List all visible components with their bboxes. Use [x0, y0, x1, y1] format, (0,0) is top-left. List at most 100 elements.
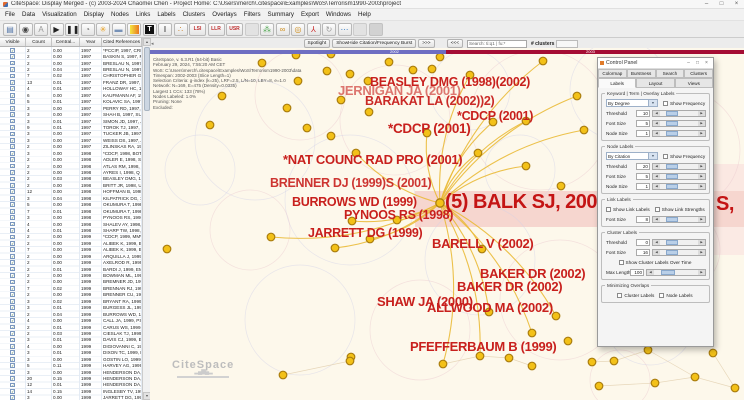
visible-checkbox[interactable]: ✓: [10, 369, 15, 375]
threshold-slider[interactable]: ◀ ▶: [652, 238, 706, 246]
graph-node[interactable]: [326, 131, 336, 141]
ellipsis-icon[interactable]: ⋯: [337, 22, 352, 36]
minimize-cluster-labels-checkbox[interactable]: [617, 292, 623, 298]
column-header-cited-references[interactable]: Cited References: [102, 38, 142, 46]
graph-node[interactable]: [587, 357, 597, 367]
threshold-value[interactable]: 20: [636, 162, 650, 170]
visible-checkbox[interactable]: ✓: [10, 350, 15, 356]
graph-node[interactable]: [708, 348, 718, 358]
visible-checkbox[interactable]: ✓: [10, 183, 15, 188]
node-size-slider[interactable]: ◀ ▶: [652, 129, 706, 137]
maximize-button[interactable]: □: [714, 0, 729, 9]
graph-node[interactable]: [521, 161, 531, 171]
menu-display[interactable]: Display: [84, 11, 104, 18]
tab-colormap[interactable]: Colormap: [598, 69, 627, 78]
graph-node[interactable]: [556, 181, 566, 191]
showhide-burst-button[interactable]: ShowHide Citation/Frequency Burst: [332, 38, 417, 49]
back-button[interactable]: <<<: [446, 38, 463, 49]
visible-checkbox[interactable]: ✓: [10, 337, 15, 343]
visible-checkbox[interactable]: ✓: [10, 343, 15, 349]
show-link-strengths-checkbox[interactable]: [654, 206, 660, 212]
graph-node[interactable]: [345, 69, 355, 79]
visible-checkbox[interactable]: ✓: [10, 189, 15, 195]
label-font-icon[interactable]: T: [142, 22, 157, 36]
cluster-color-icon[interactable]: ⁂: [260, 22, 274, 36]
visible-checkbox[interactable]: ✓: [10, 118, 15, 124]
graph-node[interactable]: [322, 66, 332, 76]
tab-views[interactable]: Views: [674, 78, 713, 88]
visible-checkbox[interactable]: ✓: [10, 240, 15, 246]
table-scrollbar[interactable]: ▲ ▼: [142, 38, 151, 400]
visible-checkbox[interactable]: ✓: [10, 292, 15, 298]
save-icon[interactable]: ▤: [3, 22, 17, 36]
collapse-panel-icon[interactable]: ◂: [151, 41, 154, 47]
visible-checkbox[interactable]: ✓: [10, 99, 15, 105]
tab-layout[interactable]: Layout: [636, 78, 675, 88]
tab-burstness[interactable]: Burstness: [626, 69, 656, 78]
close-button[interactable]: ×: [702, 59, 711, 68]
export-image-icon[interactable]: A: [34, 22, 48, 36]
colormap-icon[interactable]: [127, 22, 141, 36]
graph-node[interactable]: [302, 123, 312, 133]
menu-filters[interactable]: Filters: [244, 11, 261, 18]
visible-checkbox[interactable]: ✓: [10, 273, 15, 278]
visible-checkbox[interactable]: ✓: [10, 318, 15, 323]
menu-summary[interactable]: Summary: [268, 11, 294, 18]
target-icon[interactable]: ◎: [291, 22, 305, 36]
visible-checkbox[interactable]: ✓: [10, 311, 15, 317]
graph-node[interactable]: [408, 65, 418, 75]
graph-node[interactable]: [384, 57, 394, 67]
visible-checkbox[interactable]: ✓: [10, 363, 15, 369]
visible-checkbox[interactable]: ✓: [10, 60, 15, 66]
visible-checkbox[interactable]: ✓: [10, 137, 15, 143]
visible-checkbox[interactable]: ✓: [10, 228, 15, 233]
column-header-count[interactable]: Count: [26, 38, 52, 46]
tab-clusters[interactable]: Clusters: [684, 69, 713, 78]
lsi-button[interactable]: LSI: [189, 22, 206, 36]
play-icon[interactable]: ▶: [49, 22, 64, 36]
threshold-value[interactable]: 10: [636, 109, 650, 117]
show-frequency-checkbox[interactable]: [663, 100, 668, 106]
tab-labels[interactable]: Labels: [598, 78, 637, 88]
graph-node[interactable]: [538, 56, 548, 66]
visible-checkbox[interactable]: ✓: [10, 208, 15, 214]
graph-node[interactable]: [278, 370, 288, 380]
graph-node[interactable]: [435, 52, 445, 62]
spotlight-button[interactable]: Spotlight: [303, 38, 331, 49]
pathfinder-icon[interactable]: ⅄: [306, 22, 321, 36]
visible-checkbox[interactable]: ✓: [10, 150, 15, 156]
visible-checkbox[interactable]: ✓: [10, 163, 15, 169]
threshold-slider[interactable]: ◀ ▶: [652, 109, 706, 117]
threshold-slider[interactable]: ◀ ▶: [652, 162, 706, 170]
max-length-slider[interactable]: ◀ ▶: [646, 268, 706, 276]
font-size-value[interactable]: 5: [636, 119, 650, 127]
usr-button[interactable]: USR: [226, 22, 243, 36]
graph-node-hub[interactable]: [435, 198, 445, 208]
visible-checkbox[interactable]: ✓: [10, 105, 15, 111]
graph-node[interactable]: [266, 232, 276, 242]
menu-help[interactable]: Help: [358, 11, 371, 18]
graph-node[interactable]: [162, 244, 172, 254]
visible-checkbox[interactable]: ✓: [10, 247, 15, 253]
menu-overlays[interactable]: Overlays: [212, 11, 236, 18]
minimize-node-labels-checkbox[interactable]: [659, 292, 665, 298]
minimize-button[interactable]: –: [684, 59, 693, 68]
forward-button[interactable]: >>>: [418, 38, 435, 49]
graph-node[interactable]: [551, 311, 561, 321]
visible-checkbox[interactable]: ✓: [10, 47, 15, 53]
graph-node[interactable]: [345, 356, 355, 366]
graph-node[interactable]: [609, 356, 619, 366]
font-size-value[interactable]: 8: [636, 215, 650, 223]
graph-node[interactable]: [330, 243, 340, 253]
graph-node[interactable]: [205, 120, 215, 130]
italic-label-icon[interactable]: I: [158, 22, 172, 36]
column-header-visible[interactable]: Visible: [0, 38, 26, 46]
show-frequency-checkbox[interactable]: [663, 153, 668, 159]
camera-icon[interactable]: ◉: [18, 22, 33, 36]
visible-checkbox[interactable]: ✓: [10, 80, 15, 85]
visible-checkbox[interactable]: ✓: [10, 215, 15, 220]
search-input[interactable]: [467, 39, 527, 48]
visible-checkbox[interactable]: ✓: [10, 305, 15, 311]
pause-icon[interactable]: ❚❚: [65, 22, 79, 36]
graph-node[interactable]: [690, 372, 700, 382]
